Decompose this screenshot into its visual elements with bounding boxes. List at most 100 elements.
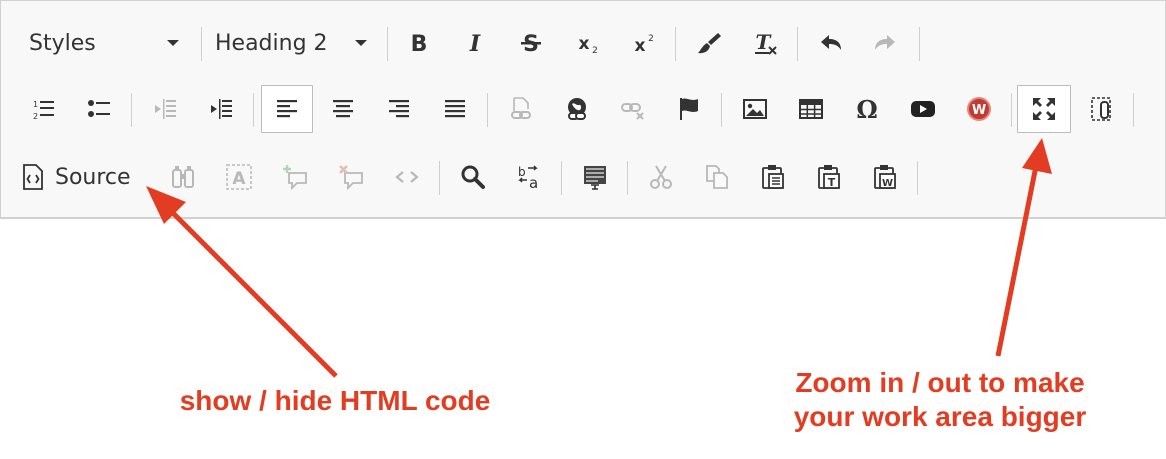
align-right-button[interactable] <box>379 85 419 133</box>
redo-icon <box>875 35 895 50</box>
superscript-icon: x2 <box>635 34 654 56</box>
separator <box>561 161 562 195</box>
justify-button[interactable] <box>435 85 475 133</box>
bold-button[interactable]: B <box>399 19 439 67</box>
paste-text-button[interactable]: T <box>809 153 849 201</box>
italic-button[interactable]: I <box>455 19 495 67</box>
svg-text:W: W <box>882 178 893 189</box>
svg-text:b: b <box>518 165 526 179</box>
svg-text:T: T <box>756 30 773 54</box>
indent-icon <box>211 99 232 119</box>
special-char-button[interactable]: Ω <box>847 85 887 133</box>
svg-text:2: 2 <box>592 46 598 56</box>
copy-format-icon <box>698 33 721 54</box>
cut-button[interactable] <box>641 153 681 201</box>
maximize-button[interactable] <box>1017 85 1071 133</box>
link-button[interactable] <box>501 85 541 133</box>
add-comment-icon <box>283 165 307 190</box>
separator <box>201 27 202 61</box>
toolbar-row-3: Source A ba T W <box>1 153 1165 201</box>
svg-text:A: A <box>232 169 246 189</box>
numbered-list-button[interactable]: 12 <box>23 85 63 133</box>
remove-format-button[interactable]: T <box>745 19 785 67</box>
source-label: Source <box>55 164 131 190</box>
omega-icon: Ω <box>856 96 877 122</box>
image-button[interactable] <box>735 85 775 133</box>
wiris-button[interactable]: W <box>959 85 999 133</box>
svg-text:x: x <box>635 36 646 56</box>
superscript-button[interactable]: x2 <box>623 19 663 67</box>
copy-format-button[interactable] <box>689 19 729 67</box>
svg-text:B: B <box>411 32 428 56</box>
align-left-icon <box>277 100 297 118</box>
copy-button[interactable] <box>697 153 737 201</box>
bold-icon: B <box>411 32 428 56</box>
replace-button[interactable]: A <box>219 153 259 201</box>
align-center-button[interactable] <box>323 85 363 133</box>
redo-button[interactable] <box>865 19 905 67</box>
unlink-icon <box>621 103 644 120</box>
indent-button[interactable] <box>201 85 241 133</box>
bulleted-list-button[interactable] <box>79 85 119 133</box>
paste-word-button[interactable]: W <box>865 153 905 201</box>
align-left-button[interactable] <box>261 85 313 133</box>
text-direction-button[interactable]: ba <box>509 153 549 201</box>
search-button[interactable] <box>453 153 493 201</box>
image-icon <box>743 99 767 119</box>
find-button[interactable] <box>163 153 203 201</box>
unlink-button[interactable] <box>613 85 653 133</box>
separator <box>253 93 254 127</box>
anchor-globe-button[interactable] <box>557 85 597 133</box>
svg-text:Ω: Ω <box>856 96 877 122</box>
separator <box>439 161 440 195</box>
subscript-button[interactable]: x2 <box>567 19 607 67</box>
svg-text:2: 2 <box>648 34 654 44</box>
flag-button[interactable] <box>669 85 709 133</box>
separator <box>1011 93 1012 127</box>
show-blocks-button[interactable] <box>1081 85 1121 133</box>
paste-button[interactable] <box>753 153 793 201</box>
undo-button[interactable] <box>811 19 851 67</box>
align-center-icon <box>333 100 353 118</box>
table-icon <box>799 99 823 119</box>
source-button[interactable]: Source <box>21 153 131 201</box>
youtube-icon <box>911 101 935 117</box>
source-arrow-line <box>168 208 338 378</box>
numbered-list-icon: 12 <box>33 100 54 121</box>
anchor-globe-icon <box>568 98 586 120</box>
outdent-icon <box>155 99 176 119</box>
styles-combo[interactable]: Styles <box>19 19 189 67</box>
youtube-button[interactable] <box>903 85 943 133</box>
remove-comment-icon <box>339 165 363 190</box>
subscript-icon: x2 <box>579 34 598 56</box>
separator <box>487 93 488 127</box>
editor-toolbar: Styles Heading 2 B I S x2 x2 T <box>0 0 1166 219</box>
styles-combo-label: Styles <box>29 30 96 56</box>
separator <box>797 27 798 61</box>
outdent-button[interactable] <box>145 85 185 133</box>
paste-text-icon: T <box>818 165 840 189</box>
separator <box>627 161 628 195</box>
paragraph-format-button[interactable] <box>575 153 615 201</box>
table-button[interactable] <box>791 85 831 133</box>
toolbar-row-1: Styles Heading 2 B I S x2 x2 T <box>1 19 1165 67</box>
align-right-icon <box>389 100 409 118</box>
search-icon <box>461 165 485 189</box>
strike-button[interactable]: S <box>511 19 551 67</box>
svg-text:x: x <box>579 34 590 54</box>
maximize-annotation-line-1: Zoom in / out to make <box>795 367 1085 398</box>
paste-icon <box>762 165 784 189</box>
add-comment-button[interactable] <box>275 153 315 201</box>
source-annotation: show / hide HTML code <box>179 385 491 416</box>
separator <box>1133 93 1134 127</box>
justify-icon <box>445 100 465 118</box>
toolbar-row-2: 12 Ω W <box>1 85 1165 133</box>
remove-format-icon: T <box>755 30 777 55</box>
chevron-down-icon <box>355 40 367 46</box>
link-icon <box>511 97 531 119</box>
format-combo[interactable]: Heading 2 <box>205 19 377 67</box>
code-button[interactable] <box>387 153 427 201</box>
remove-comment-button[interactable] <box>331 153 371 201</box>
separator <box>675 27 676 61</box>
flag-icon <box>680 98 698 120</box>
